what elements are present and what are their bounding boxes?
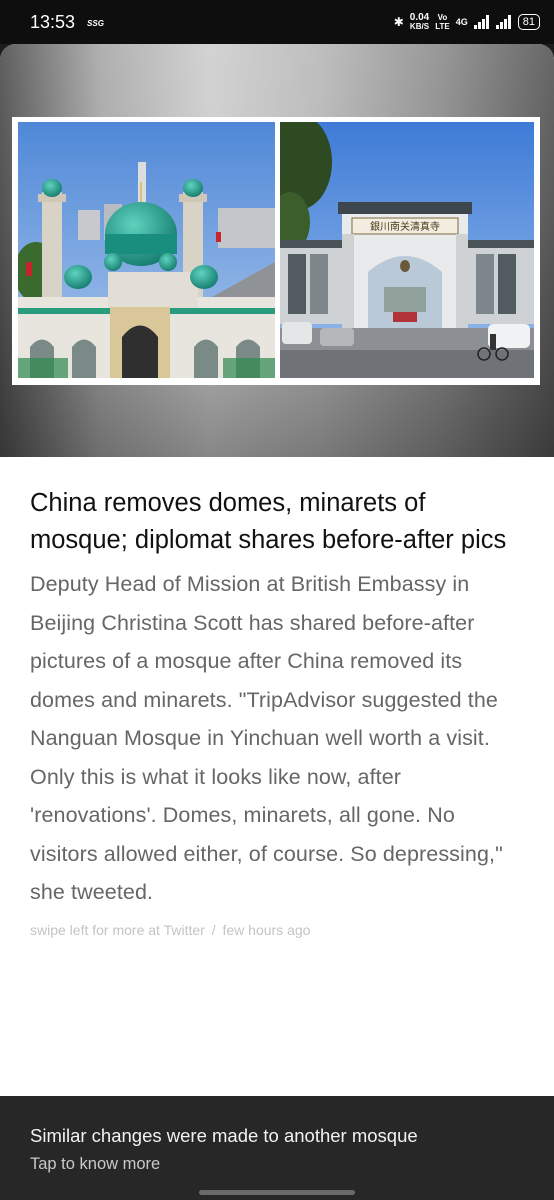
- meta-separator: /: [211, 921, 216, 938]
- volte-indicator: Vo LTE: [435, 13, 450, 31]
- photo-collage: 銀川南关清真寺: [12, 117, 540, 385]
- article-meta: swipe left for more at Twitter / few hou…: [30, 922, 524, 938]
- status-bar: 13:53 SSG ✱ 0.04 KB/S Vo LTE 4G 81: [0, 0, 554, 44]
- tap-to-know-more-link[interactable]: Tap to know more: [30, 1155, 524, 1174]
- carrier-extra-label: SSG: [87, 18, 104, 28]
- article-headline[interactable]: China removes domes, minarets of mosque;…: [30, 485, 524, 559]
- signal-icon-sim1: [473, 15, 489, 29]
- mosque-before-photo: [18, 122, 275, 378]
- related-story-banner[interactable]: Similar changes were made to another mos…: [0, 1096, 554, 1200]
- battery-icon: 81: [517, 14, 540, 30]
- status-icons: ✱ 0.04 KB/S Vo LTE 4G 81: [394, 13, 540, 31]
- volte-top: Vo: [437, 13, 448, 22]
- hero-image-area: 銀川南关清真寺: [0, 44, 554, 457]
- bluetooth-icon: ✱: [393, 15, 404, 29]
- news-card[interactable]: 銀川南关清真寺 China removes domes, minarets of…: [0, 44, 554, 1096]
- article-content: China removes domes, minarets of mosque;…: [0, 457, 554, 938]
- signal-icon-sim2: [495, 15, 511, 29]
- svg-text:銀川南关清真寺: 銀川南关清真寺: [370, 220, 440, 233]
- article-body: Deputy Head of Mission at British Embass…: [30, 572, 503, 904]
- publish-time: few hours ago: [222, 921, 311, 938]
- mosque-after-photo: 銀川南关清真寺: [280, 122, 534, 378]
- network-speed: 0.04 KB/S: [409, 12, 430, 32]
- speed-value: 0.04: [409, 12, 430, 23]
- speed-unit: KB/S: [409, 22, 430, 31]
- gesture-bar[interactable]: [199, 1190, 355, 1195]
- swipe-hint-link[interactable]: swipe left for more at Twitter: [30, 922, 205, 938]
- volte-bottom: LTE: [435, 22, 450, 31]
- clock: 13:53: [30, 11, 76, 32]
- related-story-title[interactable]: Similar changes were made to another mos…: [30, 1125, 524, 1147]
- signal-4g-icon: 4G: [455, 17, 468, 27]
